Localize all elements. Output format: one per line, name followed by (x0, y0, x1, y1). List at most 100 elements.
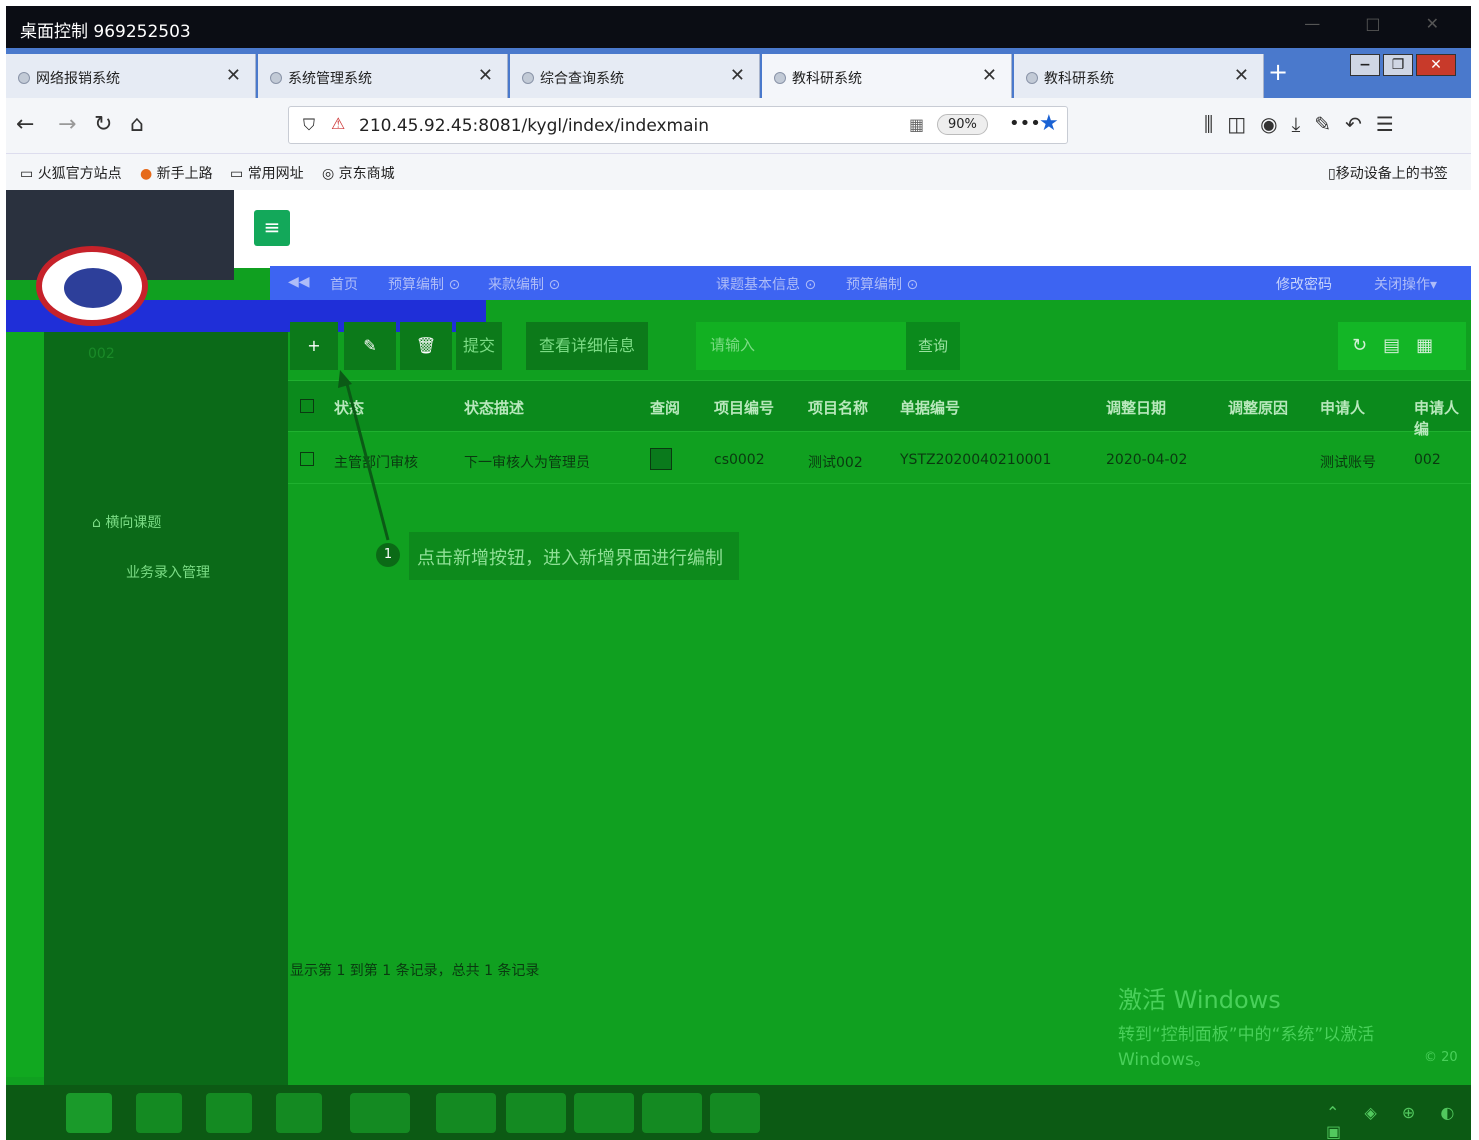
query-button[interactable]: 查询 (906, 322, 960, 370)
windows-taskbar: ⌃ ◈ ⊕ ◐ ▣ (6, 1085, 1471, 1140)
internet-explorer-icon[interactable] (350, 1093, 410, 1133)
col-project-code[interactable]: 项目编号 (714, 397, 774, 418)
folder-icon: ▭ (230, 166, 244, 182)
view-icon[interactable] (650, 448, 672, 470)
tab-general-query[interactable]: 综合查询系统 ✕ (510, 54, 760, 98)
change-password-link[interactable]: 修改密码 (1276, 274, 1332, 294)
table-tools[interactable]: ↻▤▦ (1338, 322, 1466, 370)
powershell-icon[interactable] (206, 1093, 252, 1133)
cell-project-code: cs0002 (714, 452, 765, 468)
toolbar-icons[interactable]: ⫼◫◉⤓✎↶☰ (1204, 112, 1408, 136)
tab-network-reimbursement[interactable]: 网络报销系统 ✕ (6, 54, 256, 98)
qr-code-icon[interactable]: ▦ (909, 115, 924, 134)
zoom-level[interactable]: 90% (937, 114, 988, 135)
minimize-icon[interactable]: − (1350, 54, 1380, 76)
col-applicant-id[interactable]: 申请人编 (1414, 397, 1471, 439)
close-icon[interactable]: ✕ (226, 65, 241, 86)
remote-title-bar: 桌面控制 969252503 — □ ✕ (6, 6, 1471, 48)
bookmark-label: 移动设备上的书签 (1335, 166, 1448, 182)
col-view[interactable]: 查阅 (650, 397, 680, 418)
globe-icon (18, 72, 30, 84)
url-text: 210.45.92.45:8081/kygl/index/indexmain (359, 116, 710, 136)
remote-window-controls[interactable]: — □ ✕ (1304, 14, 1459, 33)
bookmarks-bar: ▭ 火狐官方站点 ● 新手上路 ▭ 常用网址 ◎ 京东商城 ▯移动设备上的书签 (6, 154, 1471, 190)
cell-doc-number: YSTZ2020040210001 (900, 452, 1052, 468)
pagination-info: 显示第 1 到第 1 条记录，总共 1 条记录 (290, 963, 540, 979)
tab-label: 系统管理系统 (288, 71, 372, 87)
home-icon[interactable]: ⌂ (130, 112, 144, 137)
firefox-icon: ● (140, 166, 153, 182)
cell-applicant-id: 002 (1414, 452, 1441, 468)
folder-icon: ▭ (20, 166, 34, 182)
globe-icon (1026, 72, 1038, 84)
annotation-callout: 点击新增按钮，进入新增界面进行编制 (409, 532, 739, 580)
app-icon-2[interactable] (506, 1093, 566, 1133)
bookmark-jd[interactable]: ◎ 京东商城 (322, 163, 395, 183)
remote-control-icon[interactable] (710, 1093, 760, 1133)
new-tab-icon[interactable]: + (1268, 58, 1288, 86)
file-explorer-icon[interactable] (276, 1093, 322, 1133)
app-icon-3[interactable] (642, 1093, 702, 1133)
globe-icon: ◎ (322, 166, 335, 182)
back-icon[interactable]: ← (16, 112, 34, 137)
tab-system-management[interactable]: 系统管理系统 ✕ (258, 54, 508, 98)
reload-icon[interactable]: ↻ (94, 112, 112, 137)
bookmark-star-icon[interactable]: ★ (1039, 111, 1059, 136)
restore-icon[interactable]: ❐ (1383, 54, 1413, 76)
bookmark-label: 火狐官方站点 (37, 166, 122, 182)
web-page: ≡ 002 ⌂ 横向课题 业务录入管理 ◀◀ 首页 预算编制 ⊙ 来款编制 ⊙ … (6, 190, 1471, 1085)
folder-icon: ▯ (1328, 166, 1336, 182)
tab-research[interactable]: 教科研系统 ✕ (1014, 54, 1264, 98)
shield-icon: ⛉ (303, 115, 316, 134)
forward-icon[interactable]: → (58, 112, 76, 137)
mobile-bookmarks[interactable]: ▯移动设备上的书签 (1328, 163, 1448, 183)
close-icon[interactable]: ✕ (478, 65, 493, 86)
close-window-icon[interactable]: ✕ (1416, 54, 1456, 76)
activation-title: 激活 Windows (1118, 986, 1281, 1014)
globe-icon (774, 72, 786, 84)
bookmark-label: 常用网址 (247, 166, 304, 182)
close-icon[interactable]: ✕ (730, 65, 745, 86)
bookmark-firefox[interactable]: ▭ 火狐官方站点 (20, 163, 122, 183)
bookmark-common-sites[interactable]: ▭ 常用网址 (230, 163, 304, 183)
col-doc-number[interactable]: 单据编号 (900, 397, 960, 418)
page-actions-icon[interactable]: ••• (1009, 113, 1041, 134)
annotation-number: 1 (376, 543, 400, 567)
tab-label: 教科研系统 (792, 71, 862, 87)
remote-desktop-window: 桌面控制 969252503 — □ ✕ 网络报销系统 ✕ 系统管理系统 ✕ 综合查… (6, 6, 1471, 1140)
activation-subtitle: 转到“控制面板”中的“系统”以激活 Windows。 (1118, 1025, 1375, 1070)
close-icon[interactable]: ✕ (982, 65, 997, 86)
col-adjust-reason[interactable]: 调整原因 (1228, 397, 1288, 418)
close-operations-menu[interactable]: 关闭操作▾ (1374, 274, 1437, 294)
cell-adjust-date: 2020-04-02 (1106, 452, 1188, 468)
tab-research-active[interactable]: 教科研系统 ✕ (762, 54, 1012, 98)
window-controls: − ❐ ✕ (1350, 54, 1459, 76)
col-applicant[interactable]: 申请人 (1320, 397, 1365, 418)
close-icon[interactable]: ✕ (1234, 65, 1249, 86)
system-tray[interactable]: ⌃ ◈ ⊕ ◐ ▣ (1326, 1103, 1471, 1140)
browser-tab-bar: 网络报销系统 ✕ 系统管理系统 ✕ 综合查询系统 ✕ 教科研系统 ✕ 教科研系统 ✕ + … (6, 48, 1471, 98)
page-tab-budget-2[interactable]: 预算编制 ⊙ (846, 274, 918, 294)
app-icon-1[interactable] (436, 1093, 496, 1133)
insecure-lock-icon: ⚠ (331, 114, 346, 133)
bookmark-getting-started[interactable]: ● 新手上路 (140, 163, 213, 183)
page-tab-label: 课题基本信息 (716, 277, 800, 293)
activation-copyright: © 20 (1424, 1050, 1458, 1065)
navigation-bar: ← → ↻ ⌂ ⛉ ⚠ 210.45.92.45:8081/kygl/index… (6, 98, 1471, 154)
globe-icon (522, 72, 534, 84)
start-icon[interactable] (66, 1093, 112, 1133)
close-ops-label: 关闭操作 (1374, 277, 1430, 293)
firefox-taskbar-icon[interactable] (574, 1093, 634, 1133)
tab-label: 教科研系统 (1044, 71, 1114, 87)
col-project-name[interactable]: 项目名称 (808, 397, 868, 418)
bookmark-label: 新手上路 (156, 166, 213, 182)
page-tab-project-info[interactable]: 课题基本信息 ⊙ (716, 274, 816, 294)
cell-project-name: 测试002 (808, 455, 863, 471)
tab-label: 网络报销系统 (36, 71, 120, 87)
view-details-button[interactable]: 查看详细信息 (526, 322, 648, 370)
col-adjust-date[interactable]: 调整日期 (1106, 397, 1166, 418)
address-bar[interactable]: ⛉ ⚠ 210.45.92.45:8081/kygl/index/indexma… (288, 106, 1068, 144)
server-manager-icon[interactable] (136, 1093, 182, 1133)
bookmark-label: 京东商城 (338, 166, 395, 182)
search-input[interactable]: 请输入 (696, 322, 906, 370)
